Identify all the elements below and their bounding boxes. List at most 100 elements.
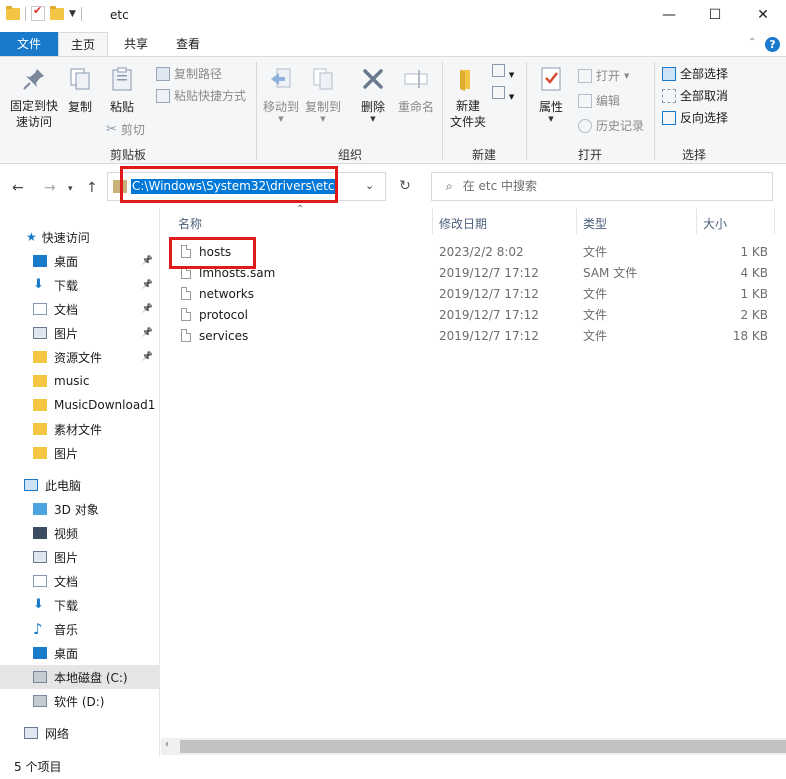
nav-item[interactable]: ⬇ 下载 [0, 593, 159, 617]
minimize-button[interactable]: — [646, 0, 692, 30]
history-label: 历史记录 [596, 119, 645, 133]
nav-item-label: 视频 [54, 526, 79, 541]
pin-icon[interactable]: 📌 [142, 256, 153, 266]
file-row[interactable]: hosts 2023/2/2 8:02 文件 1 KB [170, 242, 780, 263]
nav-item[interactable]: 软件 (D:) [0, 689, 159, 713]
column-header-date[interactable]: 修改日期 [439, 214, 487, 234]
column-header-size[interactable]: 大小 [703, 214, 727, 234]
download-icon: ⬇ [33, 597, 44, 612]
easy-access-button[interactable]: ▼ [492, 86, 514, 102]
new-folder-icon[interactable] [50, 5, 64, 20]
tab-view[interactable]: 查看 [168, 32, 208, 56]
tab-share[interactable]: 共享 [116, 32, 156, 56]
file-name: networks [199, 287, 254, 301]
pin-icon[interactable]: 📌 [142, 328, 153, 338]
scrollbar-thumb[interactable] [180, 740, 786, 753]
tab-file[interactable]: 文件 [0, 32, 58, 56]
up-button[interactable]: ↑ [86, 180, 98, 196]
divider[interactable] [696, 208, 697, 234]
collapse-ribbon-icon[interactable]: ⌃ [748, 37, 756, 48]
nav-item[interactable]: 图片 [0, 441, 159, 465]
pin-icon[interactable]: 📌 [142, 304, 153, 314]
search-input[interactable]: ⌕ 在 etc 中搜索 [431, 172, 773, 201]
copy-to-button[interactable]: 复制到 ▼ [304, 66, 342, 123]
nav-item[interactable]: 3D 对象 [0, 497, 159, 521]
nav-item[interactable]: 桌面 [0, 641, 159, 665]
invert-selection-button[interactable]: 反向选择 [662, 109, 728, 126]
pin-quick-access-button[interactable]: 固定到快 速访问 [8, 66, 60, 130]
select-none-label: 全部取消 [680, 89, 729, 103]
pin-icon[interactable]: 📌 [142, 352, 153, 362]
new-folder-button[interactable]: 新建 文件夹 [448, 66, 488, 130]
nav-item-label: 桌面 [54, 646, 79, 661]
cut-button[interactable]: ✂ 剪切 [106, 121, 145, 138]
nav-item[interactable]: 本地磁盘 (C:) [0, 665, 159, 689]
back-button[interactable]: ← [12, 180, 24, 196]
nav-item[interactable]: music [0, 369, 159, 393]
new-item-button[interactable]: ▼ [492, 64, 514, 80]
nav-item[interactable]: 图片 📌 [0, 321, 159, 345]
pin-label-line1: 固定到快 [9, 99, 58, 113]
file-date: 2019/12/7 17:12 [439, 308, 539, 322]
refresh-button[interactable]: ↻ [390, 172, 420, 201]
nav-item[interactable]: ♪ 音乐 [0, 617, 159, 641]
tab-home[interactable]: 主页 [58, 32, 108, 56]
column-header-name[interactable]: 名称 [178, 214, 202, 234]
file-row[interactable]: protocol 2019/12/7 17:12 文件 2 KB [170, 305, 780, 326]
divider[interactable] [576, 208, 577, 234]
nav-item[interactable]: 素材文件 [0, 417, 159, 441]
history-button[interactable]: 历史记录 [578, 117, 644, 134]
group-label-new: 新建 [471, 148, 496, 162]
nav-item-label: 本地磁盘 (C:) [54, 670, 128, 685]
file-row[interactable]: lmhosts.sam 2019/12/7 17:12 SAM 文件 4 KB [170, 263, 780, 284]
properties-icon[interactable] [31, 4, 45, 21]
rename-button[interactable]: 重命名 [396, 66, 436, 115]
divider[interactable] [432, 208, 433, 234]
copy-label: 复制 [67, 100, 92, 114]
edit-button[interactable]: 编辑 [578, 92, 620, 109]
nav-item-label: 图片 [54, 326, 79, 341]
chevron-down-icon[interactable]: ▼ [69, 9, 76, 19]
paste-button[interactable]: 粘贴 [106, 66, 138, 115]
divider[interactable] [774, 208, 775, 234]
nav-item-label: 3D 对象 [54, 502, 99, 517]
nav-item[interactable]: 文档 [0, 569, 159, 593]
copy-button[interactable]: 复制 [64, 66, 96, 115]
move-to-button[interactable]: 移动到 ▼ [262, 66, 300, 123]
nav-network[interactable]: 网络 [0, 721, 159, 745]
nav-item[interactable]: 图片 [0, 545, 159, 569]
rename-icon [404, 70, 428, 88]
properties-button[interactable]: 属性 ▼ [534, 66, 568, 123]
forward-button[interactable]: → [44, 180, 56, 196]
nav-quick-access[interactable]: ★ 快速访问 [0, 225, 159, 249]
folder-icon [33, 399, 47, 411]
nav-item[interactable]: 桌面 📌 [0, 249, 159, 273]
nav-item-label: 素材文件 [54, 422, 103, 437]
delete-button[interactable]: 删除 ▼ [356, 66, 390, 123]
picture-icon [33, 551, 47, 563]
nav-item[interactable]: 资源文件 📌 [0, 345, 159, 369]
nav-item[interactable]: MusicDownload1 [0, 393, 159, 417]
easy-access-icon [492, 86, 505, 99]
select-all-button[interactable]: 全部选择 [662, 65, 728, 82]
maximize-button[interactable]: ☐ [692, 0, 738, 30]
copy-path-button[interactable]: 复制路径 [156, 65, 222, 82]
file-size: 1 KB [740, 245, 768, 259]
file-row[interactable]: networks 2019/12/7 17:12 文件 1 KB [170, 284, 780, 305]
column-header-type[interactable]: 类型 [583, 214, 607, 234]
file-row[interactable]: services 2019/12/7 17:12 文件 18 KB [170, 326, 780, 347]
help-icon[interactable]: ? [765, 37, 780, 52]
scroll-left-icon[interactable]: ‹ [165, 739, 169, 750]
close-button[interactable]: ✕ [740, 0, 786, 30]
nav-item[interactable]: 视频 [0, 521, 159, 545]
nav-item[interactable]: 文档 📌 [0, 297, 159, 321]
file-type: 文件 [583, 245, 608, 259]
nav-this-pc[interactable]: 此电脑 [0, 473, 159, 497]
open-button[interactable]: 打开 ▼ [578, 67, 629, 84]
address-dropdown-icon[interactable]: ⌄ [365, 179, 374, 192]
recent-locations-button[interactable]: ▾ [68, 184, 73, 194]
select-none-button[interactable]: 全部取消 [662, 87, 728, 104]
paste-shortcut-button[interactable]: 粘贴快捷方式 [156, 87, 246, 104]
pin-icon[interactable]: 📌 [142, 280, 153, 290]
nav-item[interactable]: ⬇ 下载 📌 [0, 273, 159, 297]
